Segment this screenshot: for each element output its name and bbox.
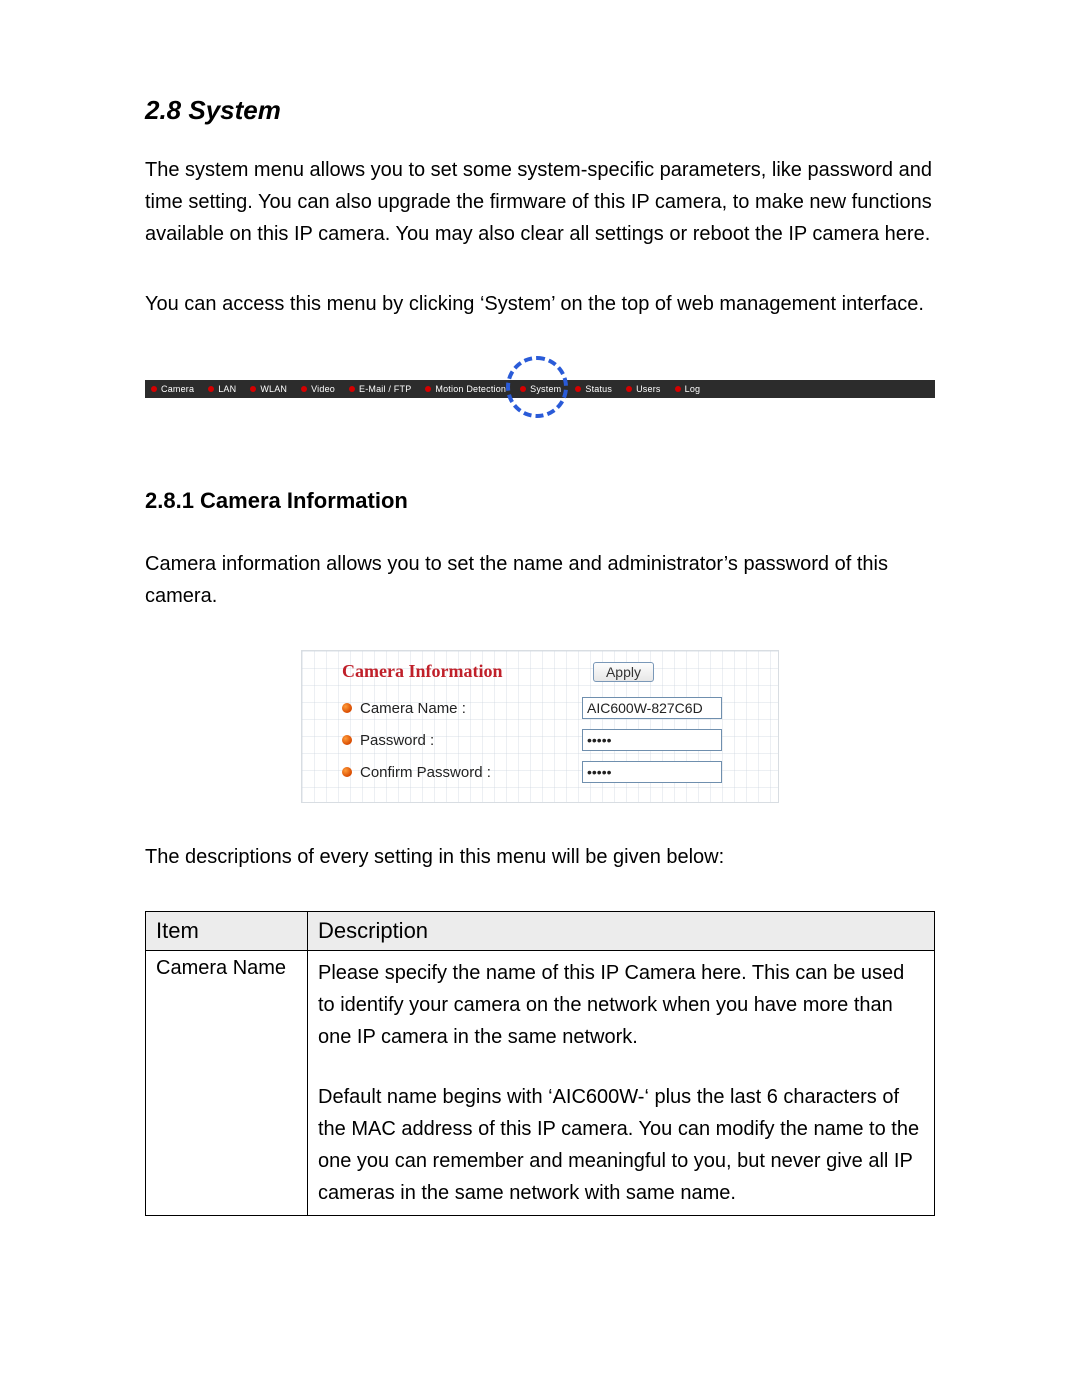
bullet-icon xyxy=(342,735,352,745)
nav-item-users[interactable]: Users xyxy=(626,384,661,394)
section-para-2: You can access this menu by clicking ‘Sy… xyxy=(145,288,935,320)
password-input[interactable] xyxy=(582,729,722,751)
nav-screenshot: Camera LAN WLAN Video E-Mail / FTP Motio… xyxy=(145,358,935,418)
nav-label: Camera xyxy=(161,384,194,394)
nav-label: E-Mail / FTP xyxy=(359,384,411,394)
bullet-icon xyxy=(520,386,526,392)
table-row: Camera Name Please specify the name of t… xyxy=(146,951,935,1216)
nav-item-status[interactable]: Status xyxy=(575,384,612,394)
bullet-icon xyxy=(425,386,431,392)
field-label: Password : xyxy=(360,732,434,749)
table-header-item: Item xyxy=(146,912,308,951)
table-cell-description: Please specify the name of this IP Camer… xyxy=(308,951,935,1216)
nav-label: System xyxy=(530,384,561,394)
desc-para-1: Please specify the name of this IP Camer… xyxy=(318,962,904,1048)
bullet-icon xyxy=(342,767,352,777)
bullet-icon xyxy=(301,386,307,392)
nav-item-camera[interactable]: Camera xyxy=(151,384,194,394)
section-heading: 2.8 System xyxy=(145,95,935,126)
form-row-password: Password : xyxy=(314,724,766,756)
form-row-camera-name: Camera Name : xyxy=(314,692,766,724)
description-table: Item Description Camera Name Please spec… xyxy=(145,911,935,1216)
bullet-icon xyxy=(575,386,581,392)
bullet-icon xyxy=(349,386,355,392)
nav-label: LAN xyxy=(218,384,236,394)
bullet-icon xyxy=(626,386,632,392)
apply-button[interactable]: Apply xyxy=(593,662,654,682)
bullet-icon xyxy=(250,386,256,392)
field-label: Camera Name : xyxy=(360,700,466,717)
nav-label: Status xyxy=(585,384,612,394)
nav-label: Log xyxy=(685,384,701,394)
section-para-1: The system menu allows you to set some s… xyxy=(145,154,935,250)
bullet-icon xyxy=(342,703,352,713)
nav-label: WLAN xyxy=(260,384,287,394)
bullet-icon xyxy=(208,386,214,392)
field-label: Confirm Password : xyxy=(360,764,491,781)
nav-item-system[interactable]: System xyxy=(520,384,561,394)
confirm-password-input[interactable] xyxy=(582,761,722,783)
subsection-para: Camera information allows you to set the… xyxy=(145,548,935,612)
desc-para-2: Default name begins with ‘AIC600W-‘ plus… xyxy=(318,1086,919,1204)
nav-item-email-ftp[interactable]: E-Mail / FTP xyxy=(349,384,411,394)
nav-label: Motion Detection xyxy=(435,384,506,394)
subsection-heading: 2.8.1 Camera Information xyxy=(145,488,935,514)
nav-bar: Camera LAN WLAN Video E-Mail / FTP Motio… xyxy=(145,380,935,398)
nav-item-video[interactable]: Video xyxy=(301,384,335,394)
camera-info-form: Camera Information Apply Camera Name : P… xyxy=(301,650,779,803)
nav-label: Video xyxy=(311,384,335,394)
table-intro: The descriptions of every setting in thi… xyxy=(145,841,935,873)
bullet-icon xyxy=(151,386,157,392)
camera-name-input[interactable] xyxy=(582,697,722,719)
nav-item-log[interactable]: Log xyxy=(675,384,701,394)
table-cell-item: Camera Name xyxy=(146,951,308,1216)
nav-item-lan[interactable]: LAN xyxy=(208,384,236,394)
nav-item-wlan[interactable]: WLAN xyxy=(250,384,287,394)
form-row-confirm-password: Confirm Password : xyxy=(314,756,766,788)
nav-item-motion-detection[interactable]: Motion Detection xyxy=(425,384,506,394)
form-title: Camera Information xyxy=(314,661,502,682)
table-header-description: Description xyxy=(308,912,935,951)
nav-label: Users xyxy=(636,384,661,394)
bullet-icon xyxy=(675,386,681,392)
